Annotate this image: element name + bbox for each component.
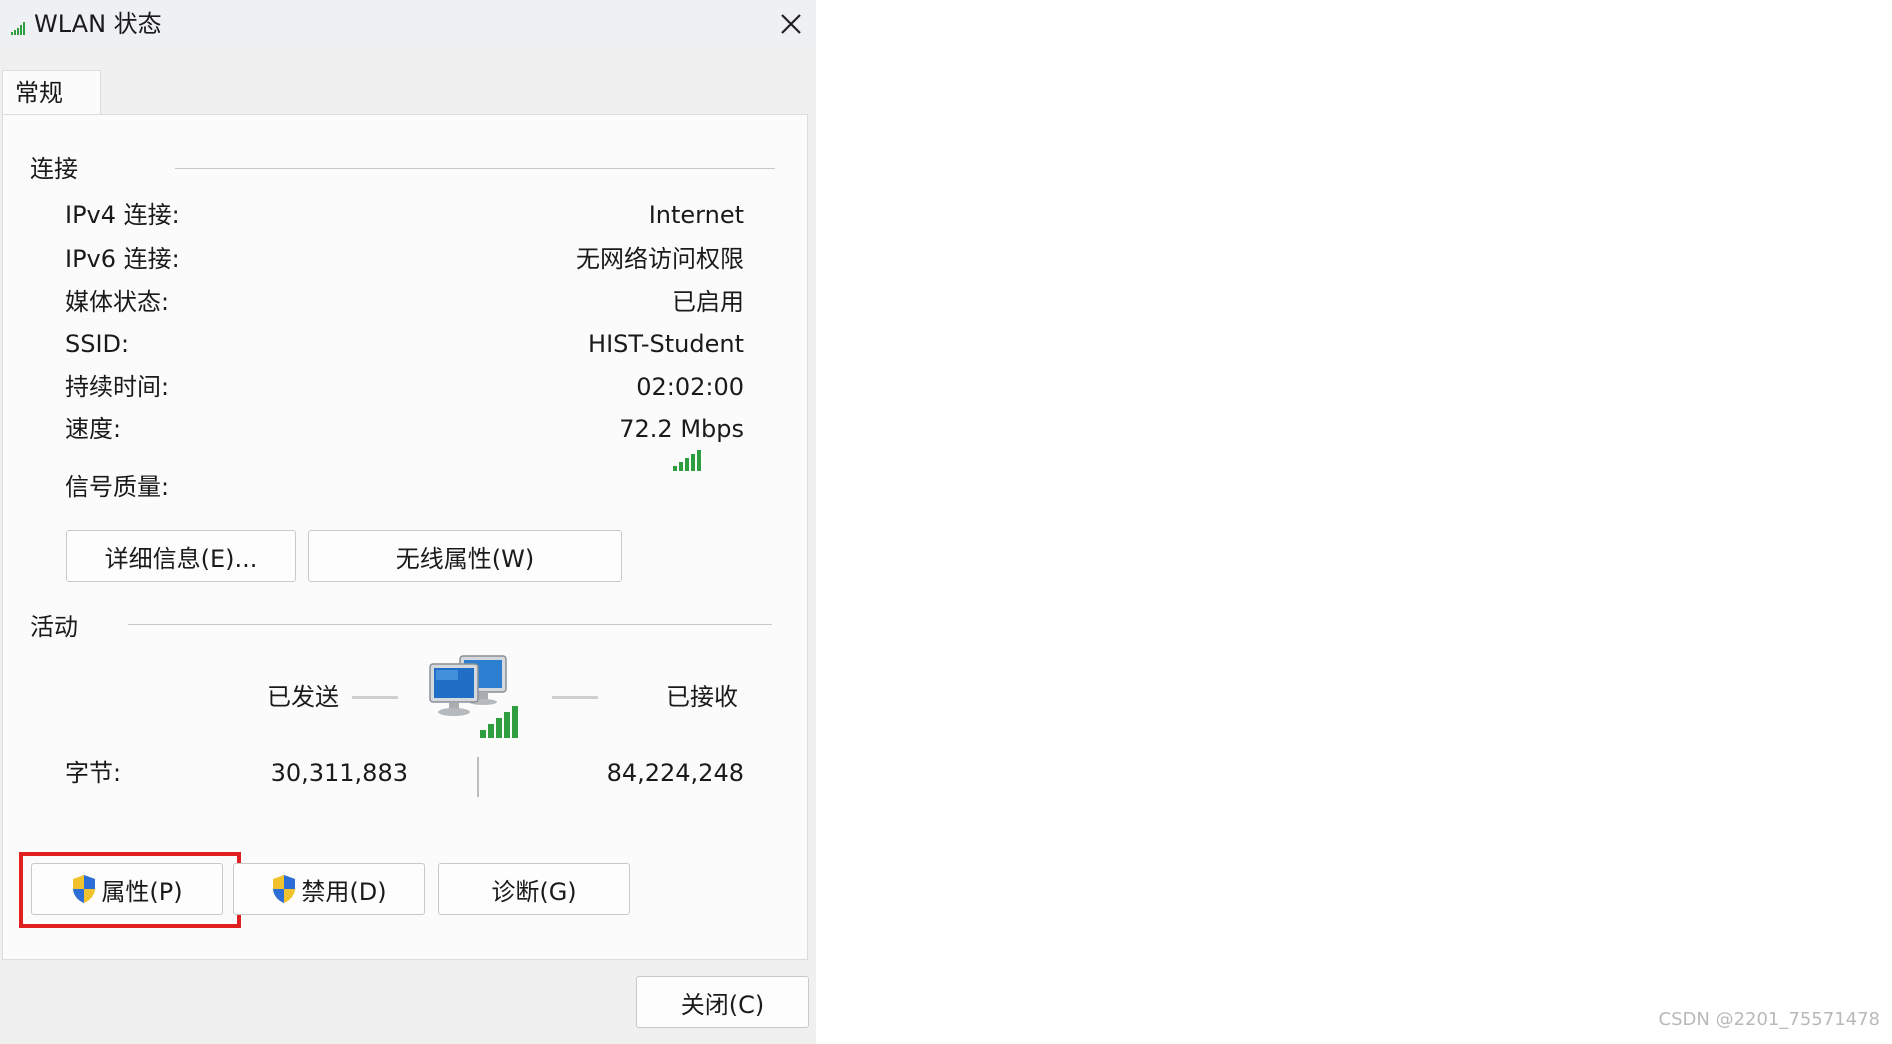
bytes-separator (477, 757, 479, 797)
uac-shield-icon (73, 875, 96, 903)
ipv6-value: 无网络访问权限 (576, 245, 744, 273)
ssid-value: HIST-Student (588, 330, 744, 358)
close-button[interactable]: 关闭(C) (636, 976, 809, 1028)
ipv6-label: IPv6 连接: (65, 245, 180, 273)
wireless-properties-button[interactable]: 无线属性(W) (308, 530, 622, 582)
uac-shield-icon (273, 875, 296, 903)
window-title: WLAN 状态 (34, 10, 162, 38)
details-button[interactable]: 详细信息(E)... (66, 530, 296, 582)
received-label: 已接收 (666, 683, 738, 711)
diagnose-button[interactable]: 诊断(G) (438, 863, 630, 915)
tab-general[interactable]: 常规 (2, 70, 101, 117)
network-computers-icon (429, 655, 518, 738)
signal-quality-icon (673, 450, 701, 471)
ipv4-value: Internet (648, 201, 744, 229)
speed-label: 速度: (65, 415, 122, 443)
properties-button[interactable]: 属性(P) (31, 863, 223, 915)
activity-divider (128, 624, 772, 625)
speed-value: 72.2 Mbps (619, 415, 744, 443)
connection-divider (175, 168, 775, 169)
tab-general-label: 常规 (15, 79, 63, 107)
disable-button[interactable]: 禁用(D) (233, 863, 425, 915)
title-bar: WLAN 状态 (0, 0, 816, 50)
media-state-label: 媒体状态: (65, 288, 170, 316)
wifi-signal-icon (11, 22, 25, 35)
bytes-sent-value: 30,311,883 (270, 759, 408, 787)
wlan-status-dialog: WLAN 状态 常规 连接 IPv4 连接: Internet IPv6 连接:… (0, 0, 816, 1044)
bytes-label: 字节: (65, 759, 122, 787)
activity-group-label: 活动 (30, 613, 78, 641)
signal-quality-label: 信号质量: (65, 473, 170, 501)
received-line (552, 696, 598, 699)
properties-button-label: 属性(P) (101, 877, 183, 906)
media-state-value: 已启用 (672, 288, 744, 316)
watermark-text: CSDN @2201_75571478 (1658, 1009, 1880, 1030)
close-window-icon[interactable] (773, 6, 809, 42)
connection-group-label: 连接 (30, 155, 78, 183)
duration-label: 持续时间: (65, 373, 170, 401)
sent-line (352, 696, 398, 699)
ipv4-label: IPv4 连接: (65, 201, 180, 229)
disable-button-label: 禁用(D) (301, 877, 387, 906)
bytes-received-value: 84,224,248 (606, 759, 744, 787)
sent-label: 已发送 (267, 683, 339, 711)
ssid-label: SSID: (65, 330, 130, 358)
duration-value: 02:02:00 (636, 373, 744, 401)
